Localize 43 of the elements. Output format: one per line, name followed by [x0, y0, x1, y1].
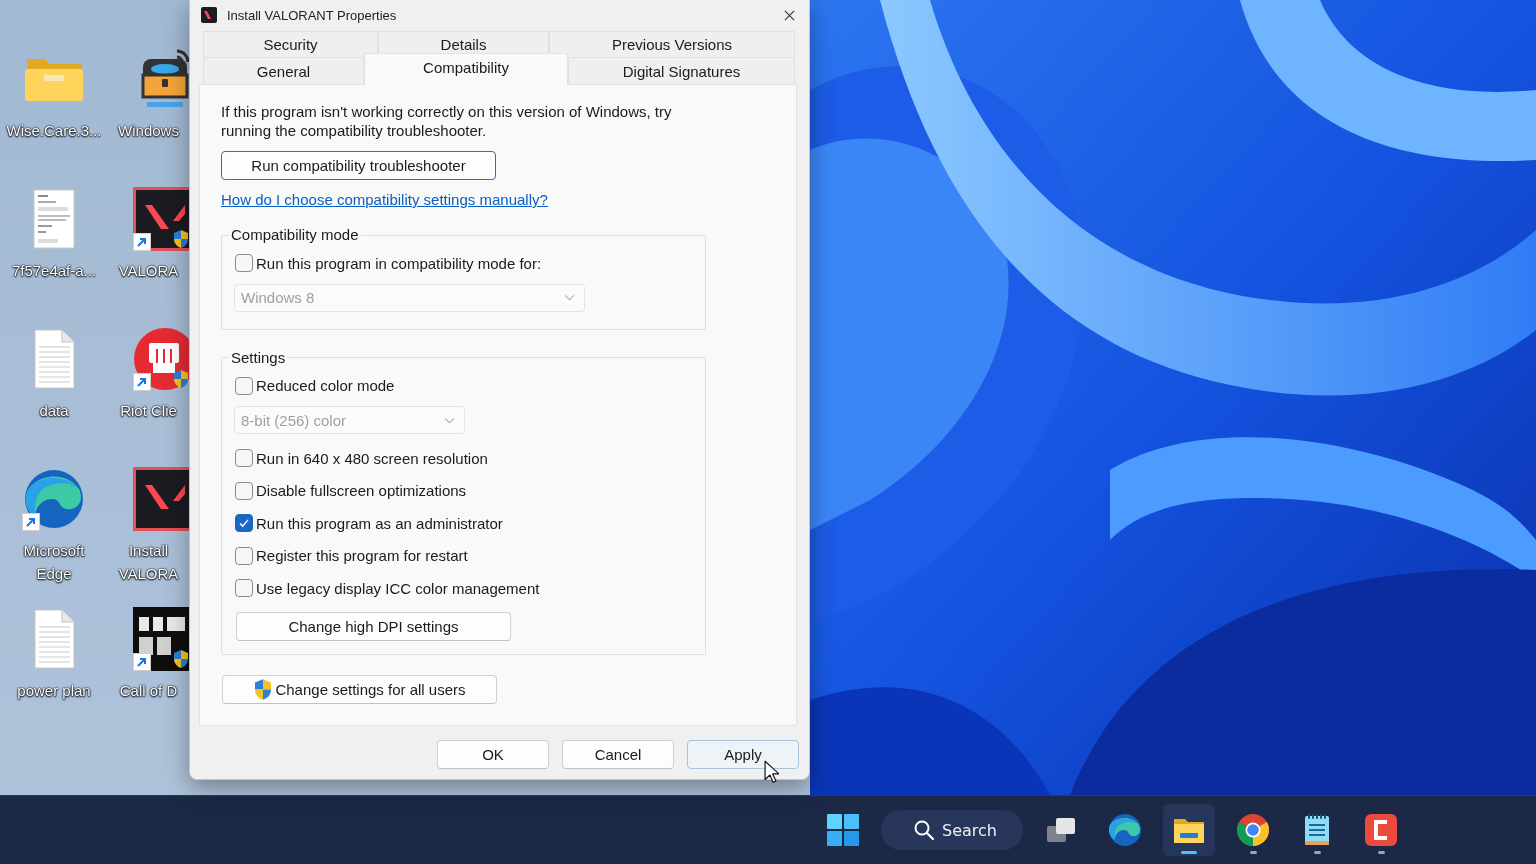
dpi-settings-button[interactable]: Change high DPI settings — [236, 611, 511, 641]
close-icon[interactable] — [784, 9, 795, 21]
taskbar-button[interactable] — [1163, 804, 1215, 856]
checkbox-label[interactable]: Run in 640 x 480 screen resolution — [256, 449, 488, 467]
checkbox[interactable] — [235, 514, 253, 533]
checkbox[interactable] — [235, 254, 253, 273]
dialog-button[interactable]: Cancel — [562, 739, 674, 769]
search-icon — [914, 820, 934, 840]
browser-swirl-icon[interactable] — [22, 467, 86, 531]
troubleshooter-button[interactable]: Run compatibility troubleshooter — [221, 151, 496, 180]
checkbox-label[interactable]: Register this program for restart — [256, 547, 468, 565]
checkbox[interactable] — [235, 449, 253, 468]
tab[interactable]: Compatibility — [364, 53, 568, 85]
start-icon — [826, 813, 860, 847]
checkbox[interactable] — [235, 481, 253, 500]
chevron-icon — [444, 416, 455, 424]
tab[interactable]: Previous Versions — [549, 31, 795, 57]
help-link[interactable]: How do I choose compatibility settings manually? — [221, 191, 548, 208]
checkbox[interactable] — [235, 579, 253, 598]
group-title: Settings — [230, 348, 287, 367]
dialog-button[interactable]: Apply — [687, 739, 799, 769]
checkbox[interactable] — [235, 376, 253, 395]
app-icon — [201, 7, 217, 23]
all-users-button[interactable]: Change settings for all users — [222, 674, 497, 704]
tab[interactable]: Security — [203, 31, 378, 57]
checkbox[interactable] — [235, 546, 253, 565]
checkbox-label[interactable]: Use legacy display ICC color management — [256, 579, 540, 597]
checkbox-label[interactable]: Run this program in compatibility mode for: — [256, 254, 542, 272]
browser-swirl-icon — [1108, 813, 1142, 847]
tab[interactable]: Digital Signatures — [568, 57, 795, 84]
tab[interactable]: General — [203, 57, 364, 84]
bracket-logo-icon — [1364, 813, 1398, 847]
description-text: If this program isn't working correctly on this version of Windows, try running the compatibility troubleshooter. — [221, 102, 673, 140]
chevron-icon — [564, 294, 575, 301]
checkbox-label[interactable]: Disable fullscreen optimizations — [256, 482, 467, 500]
search-field[interactable]: Search — [881, 810, 1023, 850]
group-title: Compatibility mode — [230, 226, 360, 244]
window-title: Install VALORANT Properties — [227, 7, 397, 23]
dialog-button[interactable]: OK — [437, 739, 549, 769]
mouse-cursor-icon — [764, 760, 779, 784]
chrome-icon — [1236, 813, 1270, 847]
checkbox-label[interactable]: Run this program as an administrator — [256, 514, 503, 532]
checkbox-label[interactable]: Reduced color mode — [256, 377, 395, 395]
